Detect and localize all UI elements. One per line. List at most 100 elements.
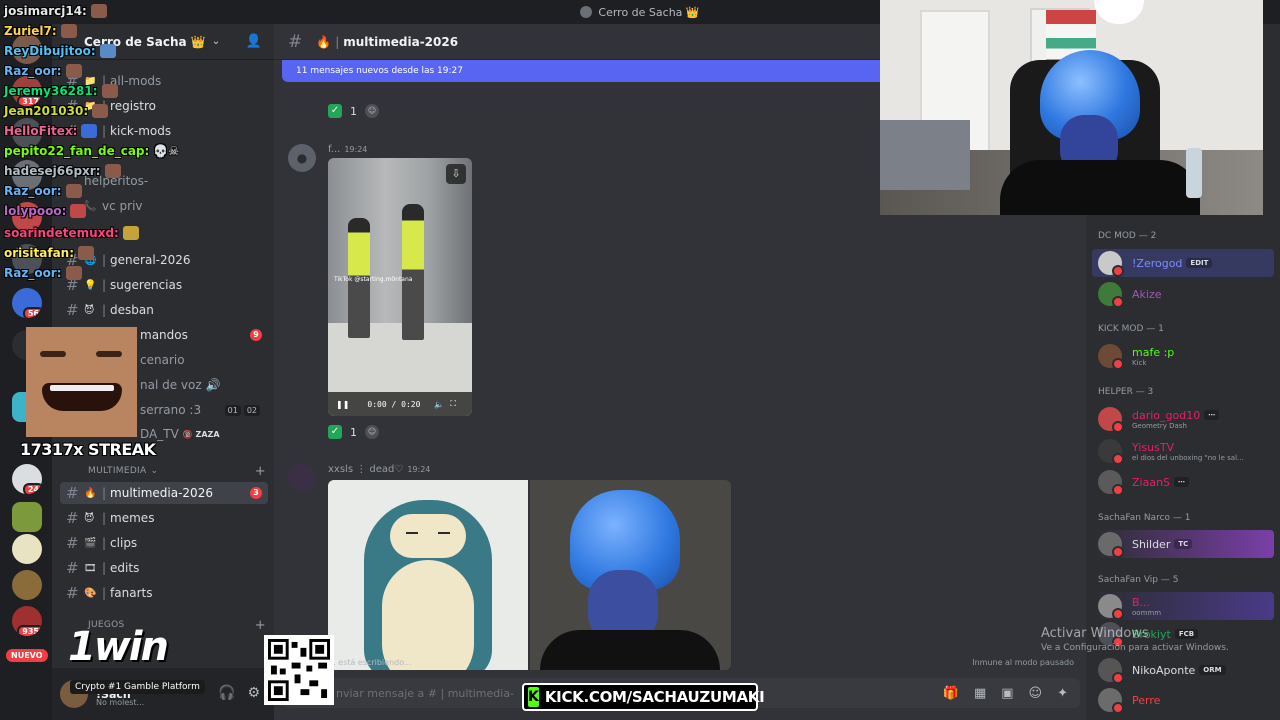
member-activity: Kick [1132, 358, 1147, 367]
chat-user: ReyDibujitoo: [4, 44, 96, 58]
member-item[interactable]: NikoAponte ORM [1092, 656, 1274, 684]
emote [70, 204, 87, 218]
channel-memes[interactable]: # 😈 | memes [60, 507, 268, 529]
role-header: HELPER — 3 [1098, 387, 1153, 397]
sticker-icon[interactable]: ▣ [1001, 686, 1013, 701]
gift-icon[interactable]: 🎁 [943, 686, 959, 701]
channel-multimedia-2026[interactable]: # 🔥 | multimedia-2026 3 [60, 482, 268, 504]
avatar [1098, 282, 1124, 308]
member-item[interactable]: Akize [1092, 280, 1274, 308]
add-reaction-icon[interactable]: ☺ [365, 104, 379, 118]
emoji-icon[interactable]: ☺ [1029, 686, 1043, 701]
channel-emoji: 😈 [84, 304, 95, 316]
member-name-label: NikoAponte [1132, 663, 1196, 677]
member-name: YisusTV [1132, 440, 1175, 454]
chat-line: HelloFitex: [4, 124, 98, 138]
check-reaction[interactable]: ✓ [328, 104, 342, 118]
member-item[interactable]: B... oommm [1092, 592, 1274, 620]
plus-icon[interactable]: + [255, 618, 266, 633]
chat-user: lolypooo: [4, 204, 67, 218]
member-item[interactable]: dario_god10 ⋯ Geometry Dash [1092, 405, 1274, 433]
emote [65, 266, 82, 280]
apps-icon[interactable]: ✦ [1057, 686, 1068, 701]
avatar[interactable] [288, 464, 316, 492]
member-text: dario_god10 ⋯ Geometry Dash [1132, 408, 1220, 430]
member-item[interactable]: !Zerogod EDIT [1092, 249, 1274, 277]
emote [101, 84, 118, 98]
plus-icon[interactable]: + [255, 464, 266, 479]
chat-line: orisitafan: [4, 246, 95, 260]
server-icon-14[interactable]: 935 [12, 606, 42, 636]
channel-label: memes [110, 511, 155, 525]
server-badge: 56 [22, 307, 42, 318]
member-tag: FCB [1174, 629, 1199, 639]
member-name-label: dario_god10 [1132, 408, 1201, 422]
chat-user: Raz_oor: [4, 266, 62, 280]
new-badge[interactable]: NUEVO [6, 649, 48, 662]
chat-user: orisitafan: [4, 246, 75, 260]
gear-icon[interactable]: ⚙ [247, 685, 260, 701]
member-activity: Geometry Dash [1132, 421, 1187, 430]
channel-vc-priv[interactable]: 📞 vc priv [60, 195, 268, 217]
emote [90, 4, 107, 18]
separator: | [102, 124, 107, 138]
member-name: Shilder TC [1132, 538, 1193, 551]
gif-icon[interactable]: ▦ [974, 686, 986, 701]
member-text: NikoAponte ORM [1132, 664, 1226, 677]
role-header: KICK MOD — 1 [1098, 324, 1164, 334]
channel-label: cenario [140, 353, 185, 367]
member-item[interactable]: YisusTV el dios del unboxing "no le sal..… [1092, 437, 1274, 465]
channel-label: desban [110, 303, 154, 317]
screen: Cerro de Sacha 👑 317 56 24 935 NUEVO Cer… [0, 0, 1280, 720]
check-reaction[interactable]: ✓ [328, 425, 342, 439]
black-coat [540, 630, 720, 670]
server-icon-12[interactable] [12, 534, 42, 564]
channel-label: vc priv [102, 199, 143, 213]
volume-icon[interactable]: 🔈 [434, 400, 444, 409]
add-user-icon[interactable]: 👤 [246, 34, 262, 49]
channel-label: clips [110, 536, 138, 550]
category-multimedia[interactable]: MULTIMEDIA ⌄ + [66, 464, 266, 479]
member-item[interactable]: Perre [1092, 686, 1274, 714]
unread-badge: 9 [250, 329, 262, 341]
role-label: HELPER — 3 [1098, 387, 1154, 397]
channel-label: general-2026 [110, 253, 191, 267]
channel-edits[interactable]: # 🎞 | edits [60, 557, 268, 579]
server-icon-7[interactable]: 56 [12, 288, 42, 318]
message-author[interactable]: xxsls ⋮ dead♡ 19:24 [328, 464, 430, 475]
channel-sugerencias[interactable]: # 💡 | sugerencias [60, 274, 268, 296]
video-attachment[interactable]: TikTok @starting.m0ntana ⇩ ❚❚ 0:00 / 0:2… [328, 158, 472, 416]
channel-icon: # [66, 559, 79, 577]
pause-icon[interactable]: ❚❚ [336, 400, 349, 409]
emote [78, 246, 95, 260]
channel-desban[interactable]: # 😈 | desban [60, 299, 268, 321]
cam-lamp [1094, 0, 1144, 24]
member-text: Perre [1132, 694, 1160, 707]
message-time: 19:24 [344, 145, 368, 154]
fullscreen-icon[interactable]: ⛶ [450, 399, 456, 409]
chat-line: pepito22_fan_de_cap: 💀☠ [4, 144, 179, 158]
member-item[interactable]: ZiaanS ⋯ [1092, 468, 1274, 496]
channel-clips[interactable]: # 🎬 | clips [60, 532, 268, 554]
image-attachment-streamer[interactable] [530, 480, 731, 670]
kick-logo-icon: K [528, 687, 539, 707]
channel-emoji: 🔥 [84, 487, 97, 499]
chat-user: pepito22_fan_de_cap: [4, 144, 150, 158]
server-icon-11[interactable] [12, 502, 42, 532]
avatar[interactable]: ● [288, 144, 316, 172]
reaction-row: ✓ 1 ☺ [328, 104, 379, 118]
snorlax-face [390, 514, 466, 558]
member-item[interactable]: mafe :p Kick [1092, 342, 1274, 370]
image-attachment-snorlax[interactable] [328, 480, 528, 670]
window-title: Cerro de Sacha 👑 [598, 5, 700, 19]
server-icon-10[interactable]: 24 [12, 464, 42, 494]
voice-user-count: 01 02 [224, 404, 260, 416]
headphones-icon[interactable]: 🎧 [218, 685, 235, 701]
message-author[interactable]: f... 19:24 [328, 144, 367, 155]
channel-fanarts[interactable]: # 🎨 | fanarts [60, 582, 268, 604]
member-activity: oommm [1132, 608, 1162, 617]
add-reaction-icon[interactable]: ☺ [365, 425, 379, 439]
download-icon[interactable]: ⇩ [446, 164, 466, 184]
member-item[interactable]: Shilder TC [1092, 530, 1274, 558]
server-icon-13[interactable] [12, 570, 42, 600]
